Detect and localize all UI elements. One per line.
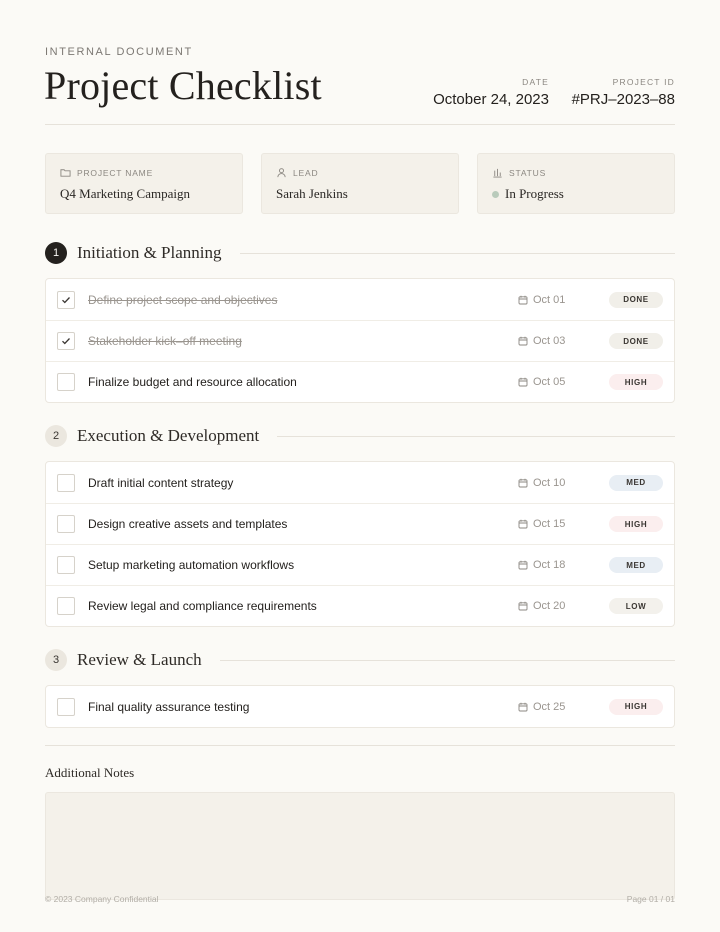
task-row: Finalize budget and resource allocation …	[46, 361, 674, 402]
task-badge: LOW	[609, 598, 663, 614]
notes-field[interactable]	[45, 792, 675, 900]
task-text: Setup marketing automation workflows	[88, 558, 295, 572]
task-row: Setup marketing automation workflows Oct…	[46, 544, 674, 585]
calendar-icon	[518, 336, 528, 346]
task-badge: HIGH	[609, 374, 663, 390]
notes-divider	[45, 745, 675, 746]
task-row: Design creative assets and templates Oct…	[46, 503, 674, 544]
task-checkbox[interactable]	[57, 373, 75, 391]
task-badge: MED	[609, 557, 663, 573]
status-card: STATUS In Progress	[477, 153, 675, 214]
calendar-icon	[518, 601, 528, 611]
task-list-3: Final quality assurance testing Oct 25 H…	[45, 685, 675, 728]
task-text: Finalize budget and resource allocation	[88, 375, 297, 389]
task-due: Oct 20	[533, 600, 566, 612]
footer-page-number: Page 01 / 01	[626, 894, 675, 904]
task-checkbox[interactable]	[57, 697, 75, 716]
task-badge: MED	[609, 474, 663, 491]
task-text: Stakeholder kick–off meeting	[88, 334, 242, 348]
eyebrow-label: INTERNAL DOCUMENT	[45, 46, 193, 58]
check-icon	[62, 296, 70, 303]
task-due: Oct 25	[533, 700, 566, 713]
project-id-label: PROJECT ID	[612, 77, 675, 87]
section-number: 1	[45, 242, 67, 264]
task-due: Oct 05	[533, 376, 566, 388]
lead-label: LEAD	[293, 167, 319, 178]
task-checkbox[interactable]	[57, 556, 75, 574]
task-due: Oct 15	[533, 518, 566, 530]
section-title: Execution & Development	[77, 426, 260, 445]
task-due: Oct 01	[533, 293, 566, 306]
task-due: Oct 03	[533, 335, 566, 347]
lead-value: Sarah Jenkins	[276, 186, 348, 201]
project-name-card: PROJECT NAME Q4 Marketing Campaign	[45, 153, 243, 214]
notes-title: Additional Notes	[45, 765, 135, 780]
section-divider	[219, 659, 675, 661]
section-number: 3	[45, 649, 67, 671]
task-text: Review legal and compliance requirements	[88, 599, 317, 613]
section-divider	[239, 252, 675, 254]
calendar-icon	[518, 519, 528, 529]
task-text: Design creative assets and templates	[88, 517, 288, 531]
task-checkbox[interactable]	[57, 332, 75, 350]
calendar-icon	[518, 702, 528, 711]
task-badge: HIGH	[609, 516, 663, 532]
calendar-icon	[518, 560, 528, 570]
project-name-value: Q4 Marketing Campaign	[60, 186, 190, 201]
check-icon	[62, 338, 70, 345]
user-icon	[277, 168, 286, 178]
task-text: Define project scope and objectives	[88, 292, 278, 307]
task-list-1: Define project scope and objectives Oct …	[45, 278, 675, 403]
section-title: Initiation & Planning	[77, 243, 222, 262]
project-name-label: PROJECT NAME	[77, 167, 154, 178]
calendar-icon	[518, 377, 528, 387]
task-list-2: Draft initial content strategy Oct 10 ME…	[45, 461, 675, 627]
task-row: Draft initial content strategy Oct 10 ME…	[46, 462, 674, 503]
date-meta: DATE October 24, 2023	[433, 77, 549, 108]
section-header-3: 3 Review & Launch	[45, 648, 675, 672]
task-checkbox[interactable]	[57, 473, 75, 492]
task-badge: DONE	[609, 291, 663, 308]
folder-icon	[60, 169, 71, 177]
bar-chart-icon	[493, 168, 502, 178]
section-header-1: 1 Initiation & Planning	[45, 241, 675, 265]
task-text: Final quality assurance testing	[88, 699, 250, 714]
date-value: October 24, 2023	[433, 91, 549, 108]
calendar-icon	[518, 478, 528, 487]
task-checkbox[interactable]	[57, 290, 75, 309]
task-badge: HIGH	[609, 698, 663, 715]
section-header-2: 2 Execution & Development	[45, 424, 675, 448]
task-row: Review legal and compliance requirements…	[46, 585, 674, 626]
task-due: Oct 18	[533, 559, 566, 571]
project-id-meta: PROJECT ID #PRJ–2023–88	[572, 77, 675, 108]
lead-card: LEAD Sarah Jenkins	[261, 153, 459, 214]
date-label: DATE	[522, 77, 549, 87]
footer-copyright: © 2023 Company Confidential	[45, 894, 159, 904]
section-divider	[277, 435, 675, 437]
task-row: Final quality assurance testing Oct 25 H…	[46, 686, 674, 727]
header-divider	[45, 124, 675, 125]
task-text: Draft initial content strategy	[88, 475, 234, 490]
status-dot	[492, 190, 499, 198]
page-title: Project Checklist	[44, 63, 322, 108]
section-title: Review & Launch	[77, 650, 202, 669]
task-checkbox[interactable]	[57, 515, 75, 533]
task-row: Define project scope and objectives Oct …	[46, 279, 674, 320]
status-value: In Progress	[505, 186, 564, 201]
section-number: 2	[45, 425, 67, 447]
task-badge: DONE	[609, 333, 663, 349]
calendar-icon	[518, 295, 528, 304]
task-checkbox[interactable]	[57, 597, 75, 615]
status-label: STATUS	[509, 167, 547, 178]
task-due: Oct 10	[533, 476, 566, 489]
task-row: Stakeholder kick–off meeting Oct 03 DONE	[46, 320, 674, 361]
project-id-value: #PRJ–2023–88	[571, 91, 675, 108]
